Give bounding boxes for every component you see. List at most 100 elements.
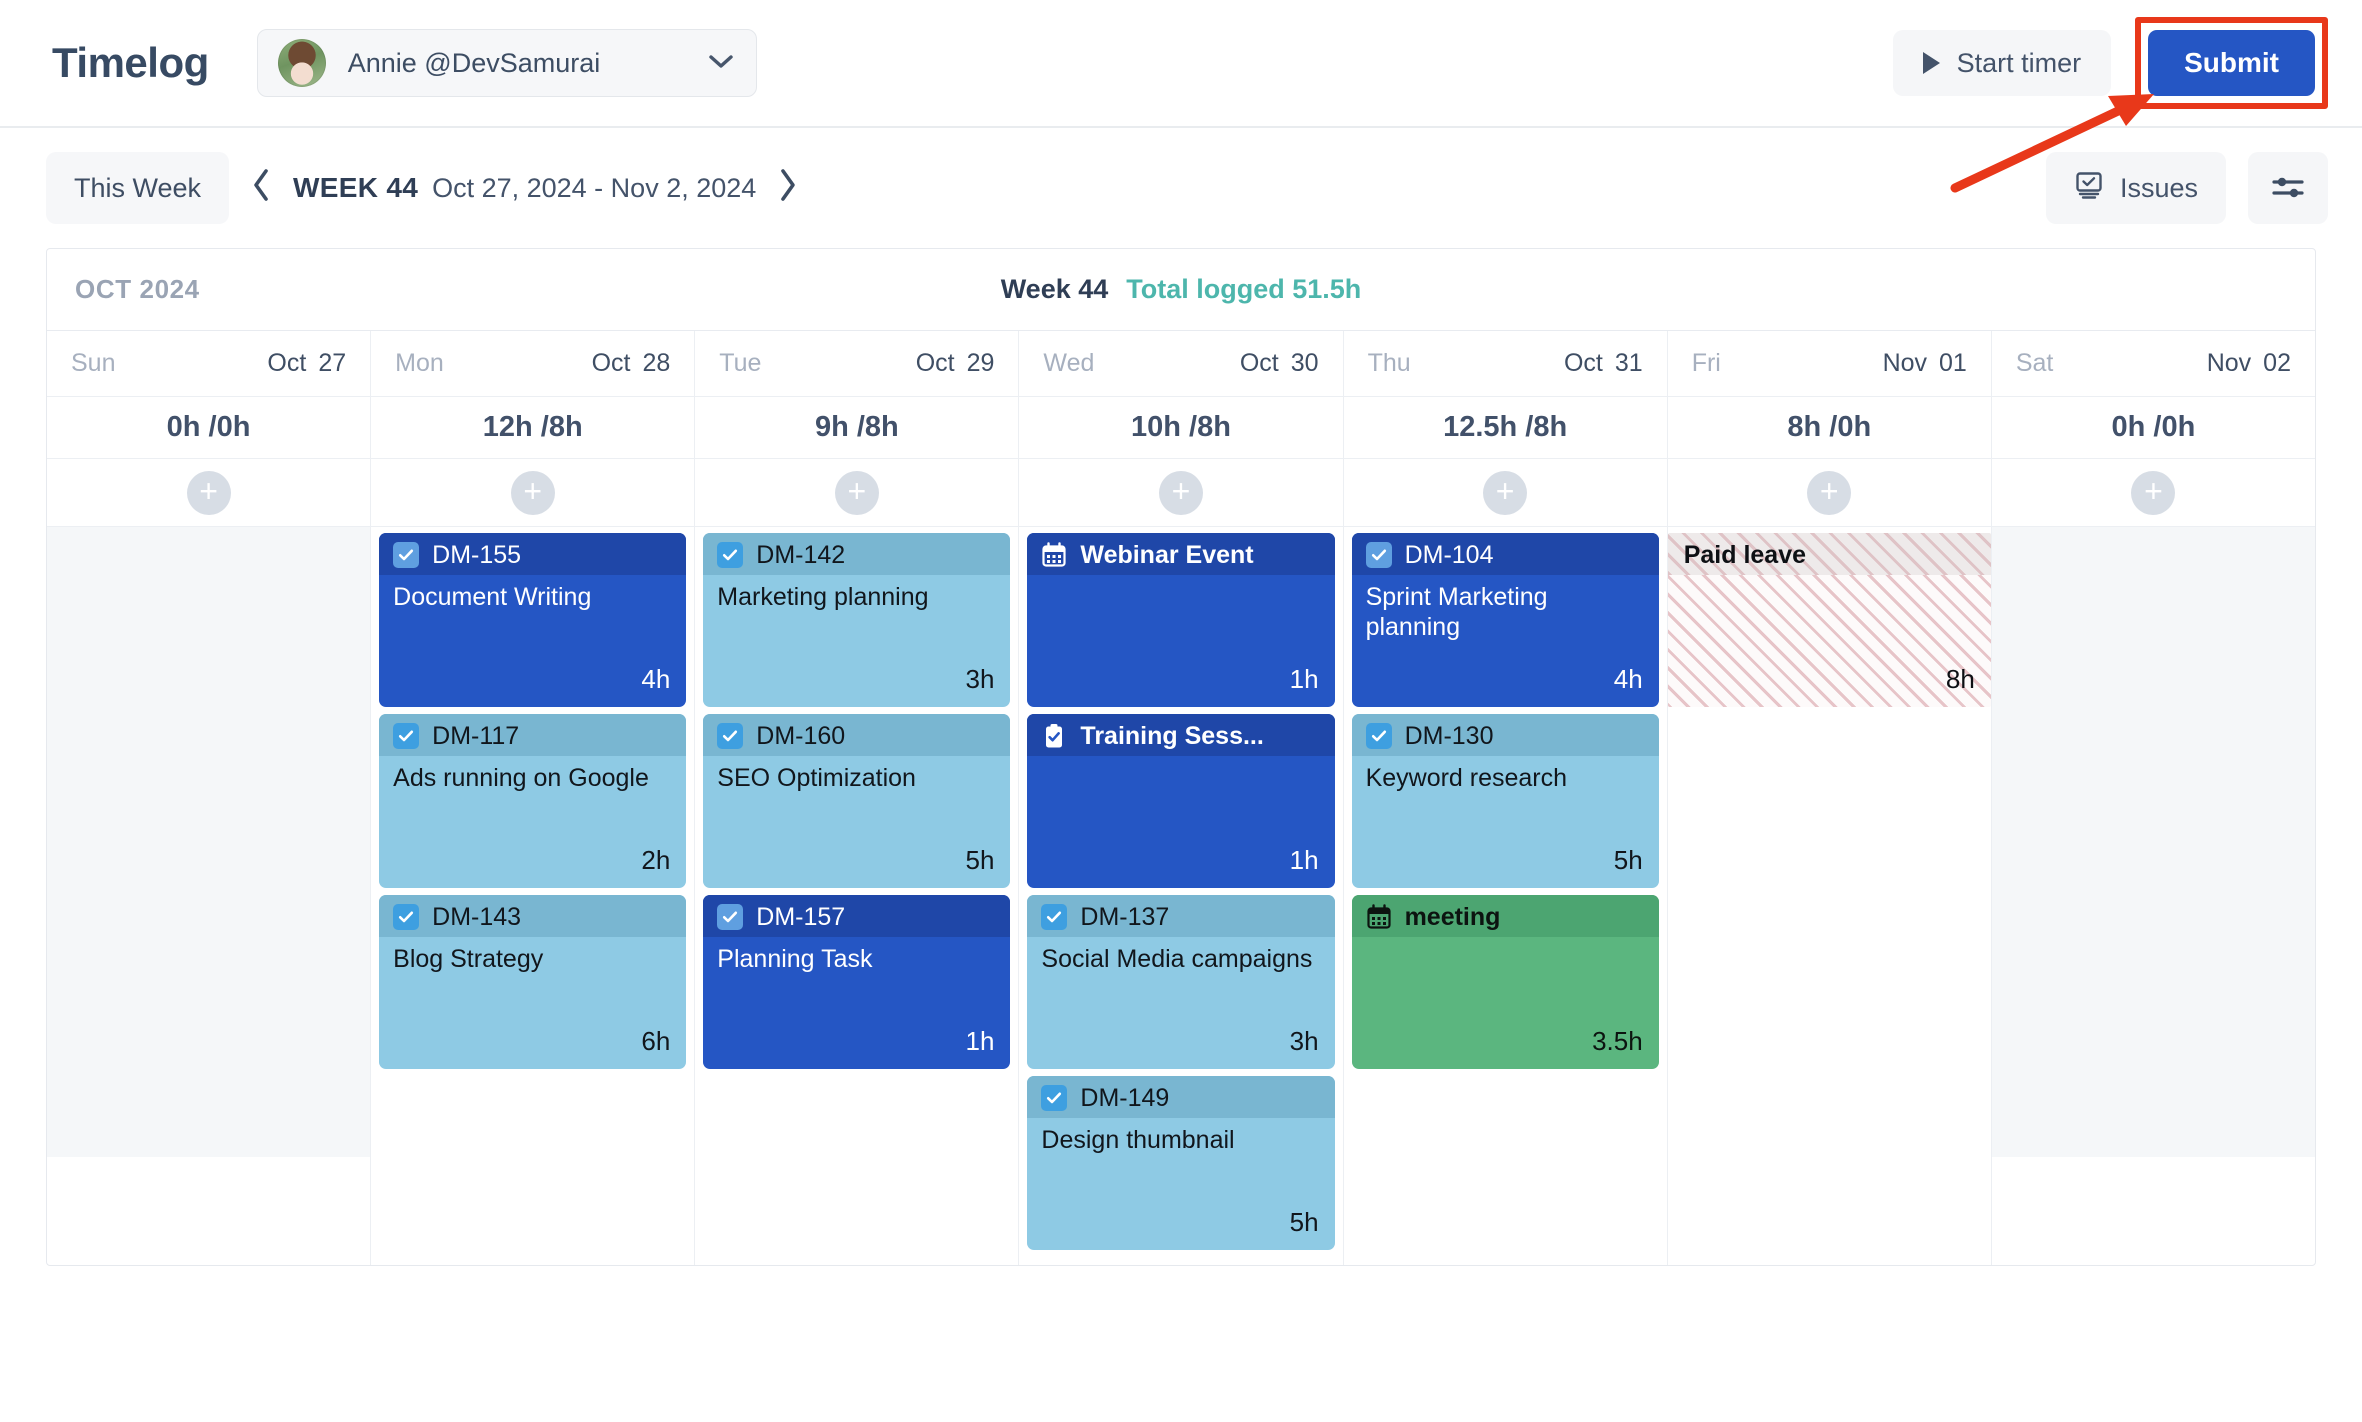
add-entry-button[interactable]: + (1158, 470, 1203, 515)
entry-header: DM-143 (379, 895, 687, 938)
day-hours-total: 0h /0h (47, 397, 371, 459)
timelog-entry-card[interactable]: meeting 3.5h (1351, 895, 1659, 1069)
chevron-down-icon (708, 50, 734, 76)
timelog-entry-card[interactable]: DM-160 SEO Optimization 5h (703, 714, 1011, 888)
submit-highlight-box: Submit (2135, 17, 2328, 109)
entry-key-label: meeting (1404, 903, 1501, 931)
timelog-entry-card[interactable]: Training Sess... 1h (1027, 714, 1335, 888)
avatar (277, 39, 326, 87)
add-entry-button[interactable]: + (1483, 470, 1528, 515)
day-date-label: Oct 29 (916, 349, 995, 378)
timelog-entry-card[interactable]: DM-142 Marketing planning 3h (703, 533, 1011, 707)
entry-header: DM-130 (1351, 714, 1659, 757)
add-entry-button[interactable]: + (2131, 470, 2176, 515)
day-month: Oct (591, 349, 631, 377)
day-add-row: + (1991, 459, 2315, 527)
clipboard-check-icon (1041, 723, 1067, 749)
day-add-row: + (47, 459, 371, 527)
day-month: Oct (915, 349, 955, 377)
play-icon (1922, 52, 1940, 74)
timelog-entry-card[interactable]: DM-143 Blog Strategy 6h (379, 895, 687, 1069)
checkbox-checked-icon[interactable] (717, 723, 744, 750)
day-number: 28 (642, 349, 671, 377)
checkbox-checked-icon[interactable] (1041, 904, 1068, 931)
entry-summary (1027, 756, 1334, 845)
entry-key-label: DM-104 (1404, 541, 1494, 569)
timelog-entry-card[interactable]: DM-104 Sprint Marketing planning 4h (1351, 533, 1659, 707)
day-month: Nov (1882, 349, 1928, 377)
day-hours-total: 0h /0h (1991, 397, 2315, 459)
entry-header: DM-155 (379, 533, 687, 576)
checkbox-checked-icon[interactable] (1041, 1085, 1068, 1112)
day-of-week-label: Sat (2015, 349, 2054, 377)
week-range: Oct 27, 2024 - Nov 2, 2024 (432, 173, 757, 203)
day-hours-total: 8h /0h (1667, 397, 1991, 459)
summary-week-label: Week 44 (1000, 274, 1109, 304)
submit-button[interactable]: Submit (2148, 30, 2315, 96)
user-selector[interactable]: Annie @DevSamurai (256, 29, 757, 97)
day-entries (47, 527, 371, 1157)
top-bar: Timelog Annie @DevSamurai Start timer Su… (0, 0, 2362, 193)
add-entry-button[interactable]: + (1807, 470, 1852, 515)
entry-header: Paid leave (1667, 533, 1991, 576)
day-header: Sun Oct 27 (47, 331, 371, 397)
entry-hours: 1h (965, 1026, 995, 1056)
checkbox-checked-icon[interactable] (1365, 542, 1392, 569)
calendar-icon (1366, 904, 1392, 930)
this-week-button[interactable]: This Week (46, 152, 230, 224)
entry-summary: Social Media campaigns (1041, 945, 1313, 974)
day-column-mon: Mon Oct 28 12h /8h + DM-155 Document Writing 4h… (371, 331, 696, 1265)
entry-hours: 3.5h (1592, 1026, 1643, 1056)
prev-week-button[interactable] (229, 158, 293, 218)
entry-header: DM-142 (703, 533, 1011, 576)
day-date-label: Oct 28 (592, 349, 671, 378)
add-entry-button[interactable]: + (834, 470, 879, 515)
timelog-entry-card[interactable]: DM-149 Design thumbnail 5h (1027, 1076, 1335, 1250)
entry-hours: 8h (1945, 664, 1975, 694)
filter-settings-button[interactable] (2248, 152, 2328, 224)
day-month: Oct (1563, 349, 1603, 377)
checkbox-checked-icon[interactable] (1365, 723, 1392, 750)
entry-header: DM-137 (1027, 895, 1335, 938)
day-entries: Webinar Event 1h Training Sess... 1h DM-137 S… (1019, 527, 1343, 1265)
day-of-week-label: Wed (1043, 349, 1095, 377)
entry-header: DM-117 (379, 714, 687, 757)
week-navigation-bar: This Week WEEK 44 Oct 27, 2024 - Nov 2, … (0, 128, 2362, 248)
entry-summary (1668, 575, 1991, 664)
timelog-entry-card[interactable]: DM-137 Social Media campaigns 3h (1027, 895, 1335, 1069)
checkbox-checked-icon[interactable] (393, 723, 420, 750)
timelog-entry-card[interactable]: Paid leave 8h (1667, 533, 1991, 707)
week-label: WEEK 44 Oct 27, 2024 - Nov 2, 2024 (293, 172, 756, 204)
timelog-entry-card[interactable]: DM-130 Keyword research 5h (1351, 714, 1659, 888)
day-month: Nov (2206, 349, 2252, 377)
timelog-entry-card[interactable]: DM-155 Document Writing 4h (379, 533, 687, 707)
start-timer-button[interactable]: Start timer (1892, 30, 2112, 96)
entry-key-label: DM-157 (756, 903, 846, 931)
calendar-summary-bar: OCT 2024 Week 44 Total logged 51.5h (47, 249, 2315, 331)
checkbox-checked-icon[interactable] (393, 542, 420, 569)
day-date-label: Nov 01 (1883, 349, 1967, 378)
add-entry-button[interactable]: + (186, 470, 231, 515)
day-month: Oct (267, 349, 307, 377)
next-week-button[interactable] (756, 158, 820, 218)
day-of-week-label: Fri (1691, 349, 1721, 377)
entry-header: meeting (1351, 895, 1659, 938)
day-date-label: Nov 02 (2207, 349, 2291, 378)
checkbox-checked-icon[interactable] (717, 904, 744, 931)
issues-button[interactable]: Issues (2045, 152, 2226, 224)
add-entry-button[interactable]: + (510, 470, 555, 515)
entry-key-label: DM-137 (1080, 903, 1170, 931)
timelog-entry-card[interactable]: DM-117 Ads running on Google 2h (379, 714, 687, 888)
timelog-entry-card[interactable]: DM-157 Planning Task 1h (703, 895, 1011, 1069)
entry-key-label: Training Sess... (1080, 722, 1264, 750)
day-header: Mon Oct 28 (371, 331, 695, 397)
day-add-row: + (1343, 459, 1667, 527)
checkbox-checked-icon[interactable] (393, 904, 420, 931)
entry-hours: 6h (641, 1026, 671, 1056)
timelog-entry-card[interactable]: Webinar Event 1h (1027, 533, 1335, 707)
day-add-row: + (1019, 459, 1343, 527)
entry-summary: Document Writing (393, 583, 592, 612)
day-hours-total: 9h /8h (695, 397, 1019, 459)
checkbox-checked-icon[interactable] (717, 542, 744, 569)
timelog-calendar: OCT 2024 Week 44 Total logged 51.5h Sun O… (46, 248, 2316, 1266)
